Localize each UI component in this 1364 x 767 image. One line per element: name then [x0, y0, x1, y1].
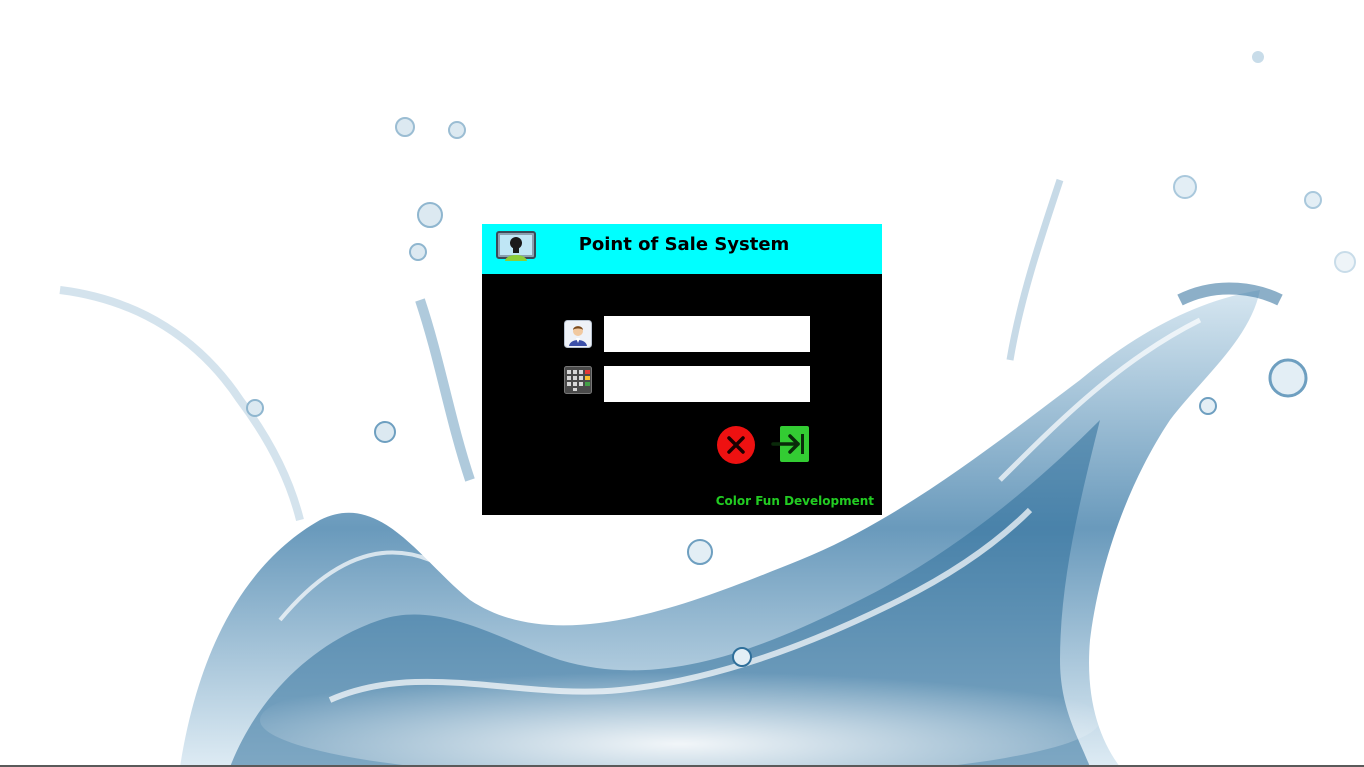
- username-input[interactable]: [604, 316, 810, 352]
- password-input[interactable]: [604, 366, 810, 402]
- login-window: Point of Sale System Color Fun Developme…: [482, 224, 882, 515]
- user-avatar-icon: [564, 320, 592, 348]
- developer-credit: Color Fun Development: [715, 494, 874, 508]
- window-title: Point of Sale System: [578, 234, 790, 255]
- cancel-button[interactable]: [716, 425, 756, 465]
- keypad-icon: [564, 366, 592, 394]
- title-bar: Point of Sale System: [482, 224, 882, 274]
- login-button[interactable]: [771, 424, 811, 464]
